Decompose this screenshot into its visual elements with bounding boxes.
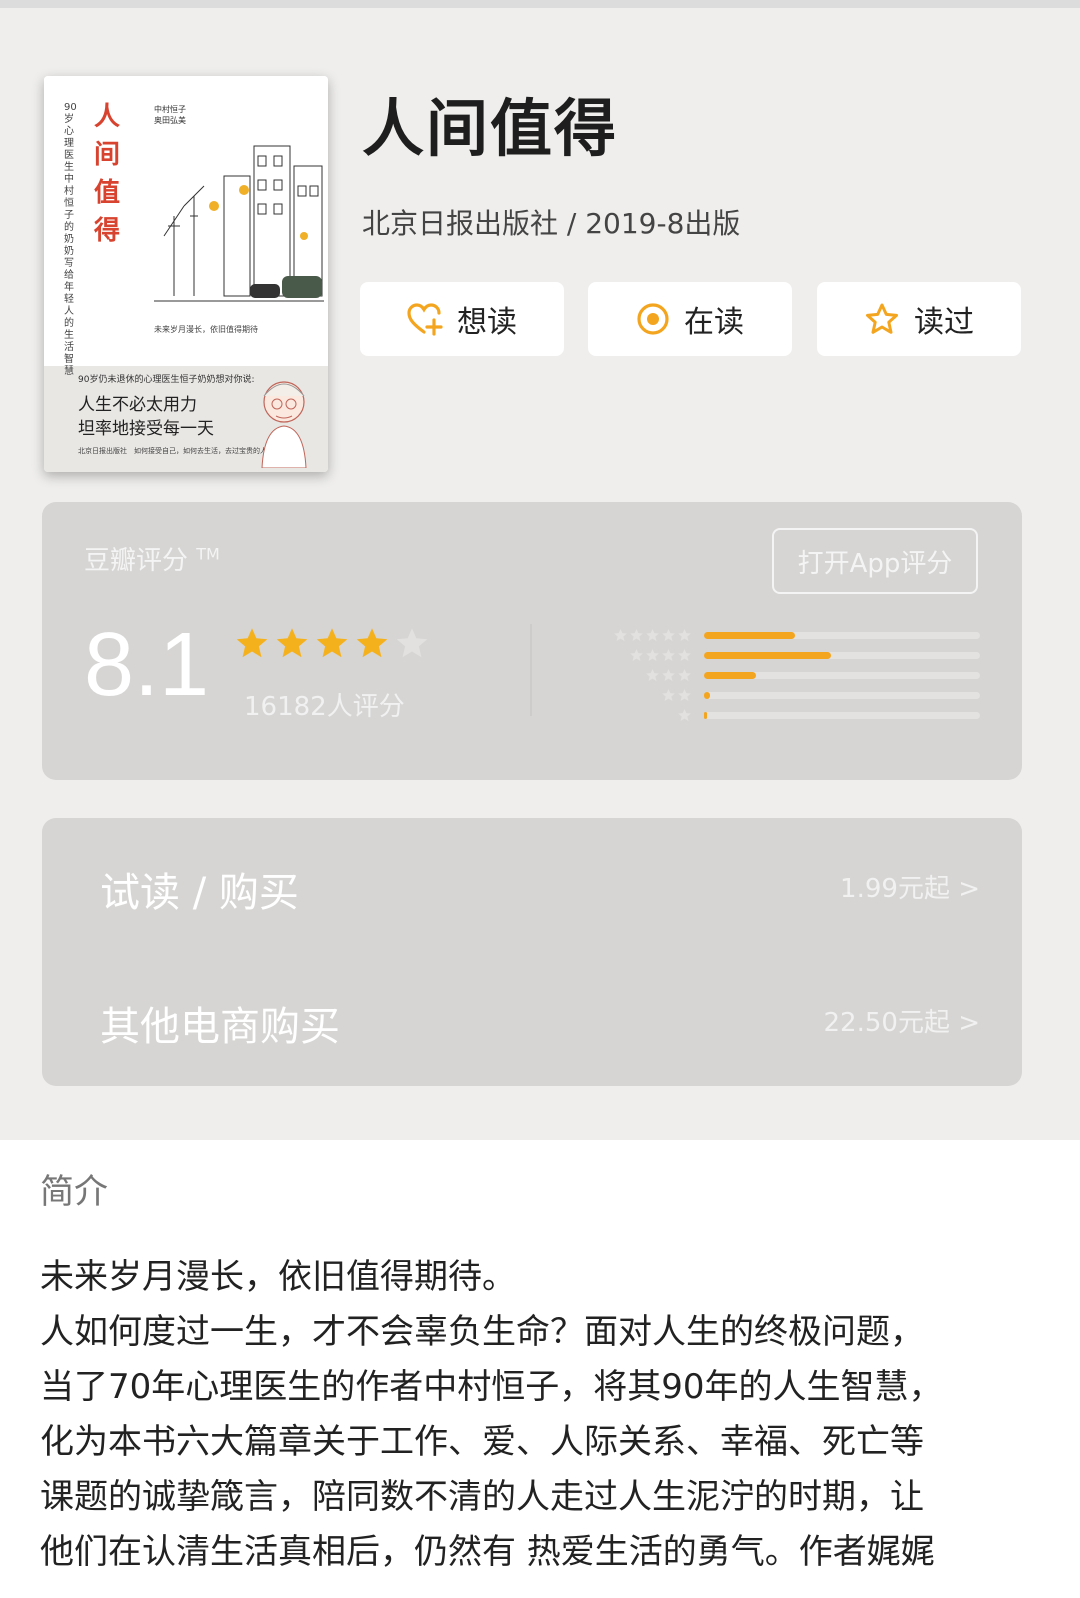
- intro-heading: 简介: [40, 1172, 108, 1212]
- cover-tag: 未来岁月漫长，依旧值得期待: [154, 325, 258, 334]
- rating-distribution: [602, 626, 982, 726]
- intro-line: 人如何度过一生，才不会辜负生命？面对人生的终极问题，: [40, 1312, 924, 1352]
- intro-line: 未来岁月漫长，依旧值得期待。: [40, 1257, 516, 1297]
- intro-line: 化为本书六大篇章关于工作、爱、人际关系、幸福、死亡等: [40, 1422, 924, 1462]
- small-star-icon: [646, 628, 659, 641]
- distribution-track: [704, 632, 980, 639]
- distribution-bar: [704, 652, 831, 659]
- trial-buy-price: 1.99元起 >: [840, 874, 980, 904]
- rating-divider: [530, 624, 532, 716]
- heart-plus-icon: [407, 302, 443, 336]
- douban-rating-card: 豆瓣评分 TM 打开App评分 8.1 16182人评分: [42, 502, 1022, 780]
- cover-authors: 中村恒子 奥田弘美: [154, 105, 186, 125]
- target-icon: [636, 302, 670, 336]
- rating-label: 豆瓣评分 TM: [84, 544, 220, 576]
- distribution-track: [704, 652, 980, 659]
- small-star-icon: [678, 708, 691, 721]
- rating-distribution-row: [602, 666, 982, 686]
- cover-title: 人 间 值 得: [93, 102, 120, 246]
- distribution-track: [704, 672, 980, 679]
- intro-line: 他们在认清生活真相后，仍然有 热爱生活的勇气。作者娓娓: [40, 1532, 935, 1572]
- distribution-stars: [645, 668, 692, 683]
- star-filled-icon: [316, 628, 348, 658]
- small-star-icon: [678, 628, 691, 641]
- want-to-read-label: 想读: [457, 305, 517, 340]
- star-filled-icon: [236, 628, 268, 658]
- book-publisher-date: 北京日报出版社 / 2019-8出版: [362, 207, 741, 240]
- small-star-icon: [662, 668, 675, 681]
- distribution-track: [704, 712, 980, 719]
- have-read-label: 读过: [914, 305, 974, 340]
- star-outline-icon: [864, 302, 900, 336]
- star-filled-icon: [276, 628, 308, 658]
- rating-distribution-row: [602, 626, 982, 646]
- small-star-icon: [678, 668, 691, 681]
- distribution-stars: [629, 648, 692, 663]
- rating-distribution-row: [602, 686, 982, 706]
- grandma-illustration: [261, 381, 307, 468]
- intro-text: 未来岁月漫长，依旧值得期待。 人如何度过一生，才不会辜负生命？面对人生的终极问题…: [40, 1250, 1040, 1580]
- reading-button[interactable]: 在读: [588, 282, 792, 356]
- star-empty-icon: [396, 628, 428, 658]
- small-star-icon: [646, 668, 659, 681]
- trial-buy-label: 试读 / 购买: [100, 870, 299, 916]
- book-cover[interactable]: 90岁心理医生中村恒子的奶奶写给年轻人的生活智慧 人 间 值 得 中村恒子 奥田…: [44, 76, 328, 472]
- rating-stars: [234, 626, 430, 662]
- open-app-rate-button[interactable]: 打开App评分: [772, 528, 978, 594]
- small-star-icon: [662, 628, 675, 641]
- trial-buy-row[interactable]: 试读 / 购买 1.99元起 >: [42, 818, 1022, 952]
- want-to-read-button[interactable]: 想读: [360, 282, 564, 356]
- small-star-icon: [678, 648, 691, 661]
- book-title: 人间值得: [362, 92, 619, 165]
- distribution-bar: [704, 672, 757, 679]
- rating-distribution-row: [602, 706, 982, 726]
- distribution-stars: [677, 708, 692, 723]
- rating-score: 8.1: [84, 615, 210, 715]
- small-star-icon: [646, 648, 659, 661]
- reading-label: 在读: [684, 305, 744, 340]
- distribution-stars: [613, 628, 692, 643]
- other-store-buy-row[interactable]: 其他电商购买 22.50元起 >: [42, 952, 1022, 1086]
- rating-distribution-row: [602, 646, 982, 666]
- small-star-icon: [662, 648, 675, 661]
- small-star-icon: [614, 628, 627, 641]
- cover-subtitle: 90岁心理医生中村恒子的奶奶写给年轻人的生活智慧: [64, 102, 77, 377]
- other-store-buy-label: 其他电商购买: [100, 1004, 340, 1050]
- distribution-stars: [661, 688, 692, 703]
- other-store-buy-price: 22.50元起 >: [823, 1008, 980, 1038]
- intro-line: 课题的诚挚箴言，陪同数不清的人走过人生泥泞的时期，让: [40, 1477, 924, 1517]
- distribution-bar: [704, 712, 707, 719]
- small-star-icon: [678, 688, 691, 701]
- book-header-area: 90岁心理医生中村恒子的奶奶写给年轻人的生活智慧 人 间 值 得 中村恒子 奥田…: [0, 0, 1080, 1140]
- distribution-bar: [704, 632, 796, 639]
- small-star-icon: [630, 628, 643, 641]
- small-star-icon: [630, 648, 643, 661]
- intro-line: 当了70年心理医生的作者中村恒子，将其90年的人生智慧，: [40, 1367, 943, 1407]
- rating-count: 16182人评分: [244, 692, 405, 722]
- distribution-track: [704, 692, 980, 699]
- street-illustration: [154, 145, 324, 302]
- have-read-button[interactable]: 读过: [817, 282, 1021, 356]
- star-filled-icon: [356, 628, 388, 658]
- small-star-icon: [662, 688, 675, 701]
- distribution-bar: [704, 692, 710, 699]
